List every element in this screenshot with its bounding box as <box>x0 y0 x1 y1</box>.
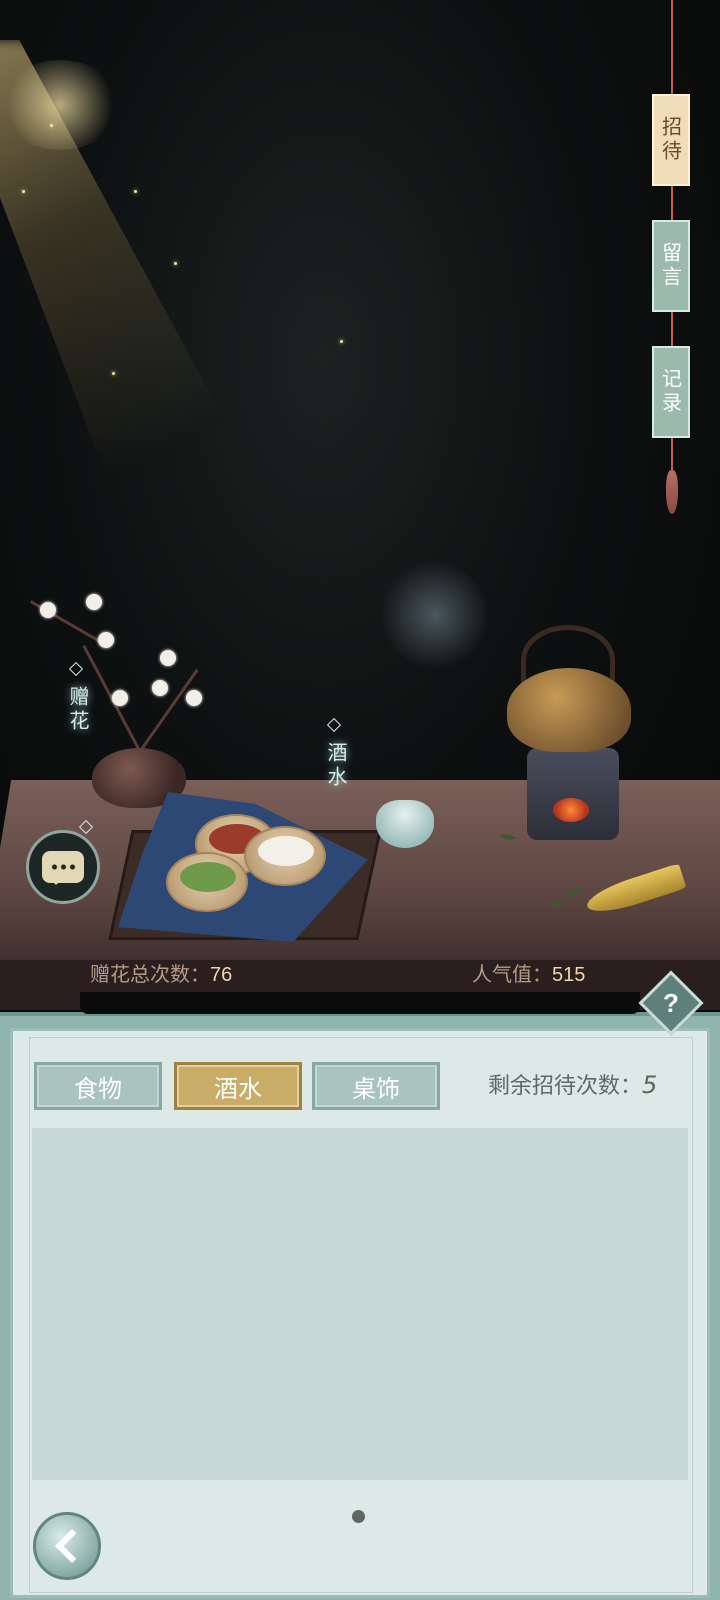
sparkle <box>22 190 25 193</box>
sparkle <box>134 190 137 193</box>
gift-total-value: 76 <box>210 964 233 986</box>
gift-total-label: 赠花总次数： <box>90 964 210 986</box>
page-indicator-dot <box>352 1510 365 1523</box>
steamer-basket[interactable] <box>244 826 326 886</box>
light-glow <box>0 60 120 150</box>
popularity-value: 515 <box>552 964 586 986</box>
scene-background: 赠花 酒水 赠花总次数：76 人气值：515 招待 留言 记录 <box>0 0 720 1020</box>
branch <box>138 668 199 753</box>
back-button[interactable] <box>33 1512 101 1580</box>
gift-flower-label[interactable]: 赠花 <box>64 686 93 734</box>
gift-total-stat: 赠花总次数：76 <box>90 958 232 987</box>
plum-blossom <box>86 594 102 610</box>
tab-food[interactable]: 食物 <box>34 1062 162 1110</box>
plum-blossom <box>40 602 56 618</box>
popularity-stat: 人气值：515 <box>472 958 585 987</box>
tea-kettle[interactable] <box>507 668 631 752</box>
stove-fire <box>553 798 589 822</box>
sparkle <box>174 262 177 265</box>
plum-blossom <box>152 680 168 696</box>
sparkle <box>340 340 343 343</box>
tassel-ornament <box>666 470 678 514</box>
steam-smoke <box>380 560 490 670</box>
plum-blossom <box>112 690 128 706</box>
side-tab-reception[interactable]: 招待 <box>652 94 690 186</box>
chat-bubble-icon <box>42 851 84 885</box>
sparkle <box>50 124 53 127</box>
panel-top-bar <box>80 992 640 1014</box>
diamond-marker-icon <box>68 661 84 677</box>
diamond-marker-icon <box>326 717 342 733</box>
tea-cup[interactable] <box>376 800 434 848</box>
side-tab-records[interactable]: 记录 <box>652 346 690 438</box>
wine-label[interactable]: 酒水 <box>322 742 351 790</box>
chevron-left-icon <box>55 1529 89 1563</box>
remaining-value: 5 <box>642 1071 658 1099</box>
plum-blossom <box>186 690 202 706</box>
remaining-reception: 剩余招待次数：5 <box>488 1068 657 1100</box>
tab-table-decor[interactable]: 桌饰 <box>312 1062 440 1110</box>
plum-blossom <box>160 650 176 666</box>
side-tab-message[interactable]: 留言 <box>652 220 690 312</box>
chat-button[interactable] <box>26 830 100 904</box>
tab-wine[interactable]: 酒水 <box>174 1062 302 1110</box>
plum-blossom <box>98 632 114 648</box>
steamer-basket[interactable] <box>166 852 248 912</box>
popularity-label: 人气值： <box>472 964 552 986</box>
dumplings <box>258 836 314 866</box>
item-list-area[interactable] <box>32 1128 688 1480</box>
green-cakes <box>180 862 236 892</box>
sparkle <box>112 372 115 375</box>
remaining-label: 剩余招待次数： <box>488 1074 643 1099</box>
charcoal-stove <box>527 748 619 840</box>
help-icon[interactable]: ? <box>648 980 694 1026</box>
